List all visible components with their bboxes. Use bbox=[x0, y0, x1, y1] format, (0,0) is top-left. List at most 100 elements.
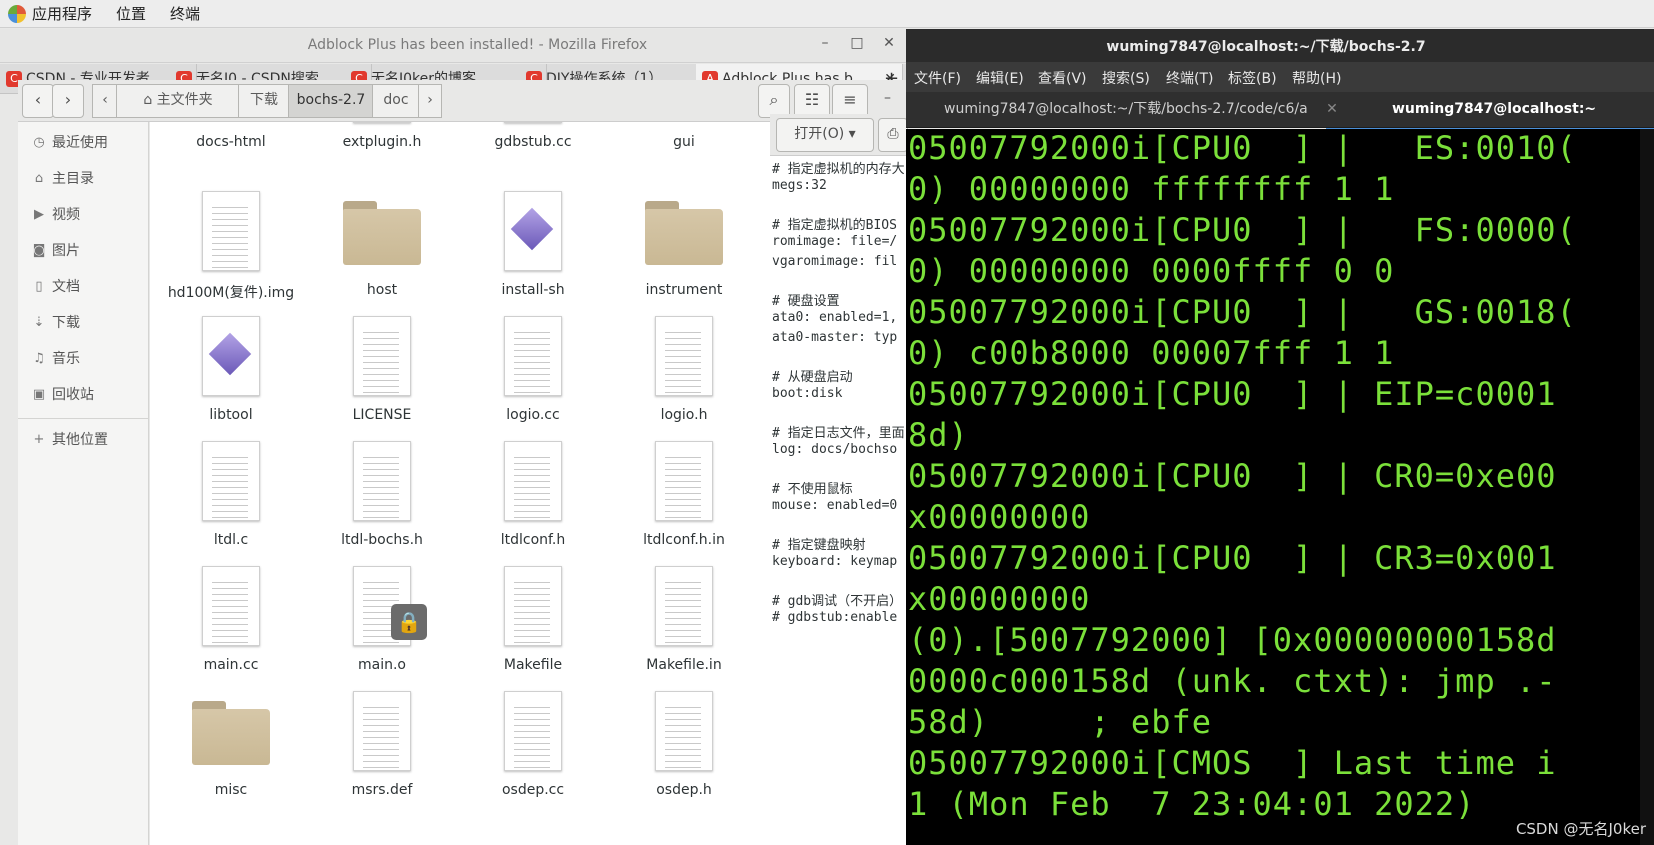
terminal-line: 05007792000i[CPU0 ] | FS:0000( bbox=[908, 211, 1577, 249]
sidebar-item-pictures[interactable]: ◙ 图片 bbox=[18, 236, 149, 266]
forward-button[interactable]: › bbox=[52, 84, 84, 118]
file-item[interactable]: ltdlconf.h bbox=[458, 435, 608, 557]
video-icon: ▶ bbox=[34, 207, 44, 222]
applications-logo-icon[interactable] bbox=[8, 4, 26, 23]
editor-line: mouse: enabled=0 bbox=[772, 498, 898, 513]
breadcrumb-home[interactable]: ⌂ 主文件夹 bbox=[116, 84, 240, 118]
terminal-line: (0).[5007792000] [0x00000000158d bbox=[908, 621, 1557, 659]
terminal-output[interactable]: 05007792000i[CPU0 ] | ES:0010( 0) 000000… bbox=[906, 129, 1654, 845]
menu-terminal[interactable]: 终端(T) bbox=[1166, 68, 1213, 88]
breadcrumb-downloads[interactable]: 下载 bbox=[238, 84, 290, 118]
file-item[interactable]: 🔒 main.o bbox=[307, 560, 457, 682]
file-item[interactable]: ltdl.c bbox=[156, 435, 306, 557]
editor-line: # gdb调试（不开启） bbox=[772, 594, 903, 609]
file-item[interactable]: LICENSE bbox=[307, 310, 457, 432]
file-item[interactable]: extplugin.h bbox=[307, 122, 457, 159]
applications-menu[interactable]: 应用程序 bbox=[32, 3, 92, 24]
list-view-icon[interactable]: ☷ bbox=[794, 84, 830, 118]
new-document-icon[interactable]: ⎙ bbox=[878, 118, 908, 152]
music-icon: ♫ bbox=[33, 351, 45, 366]
sidebar-divider bbox=[18, 418, 149, 419]
breadcrumb-bochs[interactable]: bochs-2.7 bbox=[288, 84, 374, 118]
editor-text-area[interactable]: # 指定虚拟机的内存大 megs:32 # 指定虚拟机的BIOS romimag… bbox=[770, 156, 906, 845]
file-item[interactable]: docs-html bbox=[156, 122, 306, 159]
editor-line: # 从硬盘启动 bbox=[772, 370, 853, 385]
file-item[interactable]: gui bbox=[609, 122, 759, 159]
sidebar-item-downloads[interactable]: ⇣ 下载 bbox=[18, 308, 149, 338]
file-item[interactable]: main.cc bbox=[156, 560, 306, 682]
terminal-line: 05007792000i[CPU0 ] | CR3=0x001 bbox=[908, 539, 1557, 577]
file-item[interactable]: logio.h bbox=[609, 310, 759, 432]
terminal-line: 05007792000i[CPU0 ] | CR0=0xe00 bbox=[908, 457, 1557, 495]
terminal-line: x00000000 bbox=[908, 580, 1091, 618]
menu-edit[interactable]: 编辑(E) bbox=[976, 68, 1024, 88]
editor-line: # 指定键盘映射 bbox=[772, 538, 866, 553]
sidebar-item-music[interactable]: ♫ 音乐 bbox=[18, 344, 149, 374]
file-item[interactable]: ltdlconf.h.in bbox=[609, 435, 759, 557]
file-item[interactable]: misc bbox=[156, 685, 306, 807]
camera-icon: ◙ bbox=[32, 243, 46, 258]
firefox-window-title: Adblock Plus has been installed! - Mozil… bbox=[307, 37, 648, 53]
file-item[interactable]: instrument bbox=[609, 185, 759, 307]
terminal-line: 05007792000i[CPU0 ] | GS:0018( bbox=[908, 293, 1577, 331]
sidebar-item-videos[interactable]: ▶ 视频 bbox=[18, 200, 149, 230]
sidebar-item-home[interactable]: ⌂ 主目录 bbox=[18, 164, 149, 194]
search-icon[interactable]: ⌕ bbox=[758, 84, 790, 118]
clock-icon: ◷ bbox=[33, 135, 45, 150]
terminal-scrollbar[interactable] bbox=[1640, 129, 1654, 845]
terminal-titlebar: wuming7847@localhost:~/下载/bochs-2.7 bbox=[906, 29, 1654, 62]
file-item[interactable]: gdbstub.cc bbox=[458, 122, 608, 159]
editor-line: # 指定虚拟机的内存大 bbox=[772, 162, 905, 177]
terminal-line: 58d) ; ebfe bbox=[908, 703, 1212, 741]
maximize-icon[interactable]: □ bbox=[846, 35, 868, 51]
file-item[interactable]: Makefile.in bbox=[609, 560, 759, 682]
path-scroll-right-icon[interactable]: › bbox=[418, 84, 442, 118]
editor-line: # gdbstub:enable bbox=[772, 610, 898, 625]
minimize-icon[interactable]: – bbox=[884, 90, 891, 106]
breadcrumb-label: 主文件夹 bbox=[156, 92, 213, 108]
terminal-tab[interactable]: wuming7847@localhost:~/下载/bochs-2.7/code… bbox=[944, 92, 1338, 128]
text-file-icon bbox=[655, 566, 713, 646]
menu-view[interactable]: 查看(V) bbox=[1038, 68, 1087, 88]
file-item[interactable]: hd100M(复件).img bbox=[156, 185, 306, 307]
editor-line: vgaromimage: fil bbox=[772, 254, 898, 269]
top-bar: 应用程序 位置 终端 bbox=[0, 0, 1654, 28]
file-item[interactable]: ltdl-bochs.h bbox=[307, 435, 457, 557]
terminal-line: 0) c00b8000 00007fff 1 1 bbox=[908, 334, 1395, 372]
menu-help[interactable]: 帮助(H) bbox=[1292, 68, 1341, 88]
file-item[interactable]: logio.cc bbox=[458, 310, 608, 432]
file-item[interactable]: Makefile bbox=[458, 560, 608, 682]
minimize-icon[interactable]: – bbox=[814, 35, 836, 51]
text-file-icon bbox=[504, 691, 562, 771]
places-menu[interactable]: 位置 bbox=[116, 3, 146, 24]
menu-file[interactable]: 文件(F) bbox=[914, 68, 961, 88]
firefox-titlebar: Adblock Plus has been installed! - Mozil… bbox=[0, 29, 955, 63]
breadcrumb-doc[interactable]: doc bbox=[372, 84, 420, 118]
terminal-line: 05007792000i[CMOS ] Last time i bbox=[908, 744, 1557, 782]
text-file-icon bbox=[353, 441, 411, 521]
file-item[interactable]: osdep.h bbox=[609, 685, 759, 807]
file-item[interactable]: osdep.cc bbox=[458, 685, 608, 807]
menu-search[interactable]: 搜索(S) bbox=[1102, 68, 1150, 88]
path-scroll-left-icon[interactable]: ‹ bbox=[92, 84, 118, 118]
sidebar-item-trash[interactable]: ▣ 回收站 bbox=[18, 380, 149, 410]
sidebar-item-other-locations[interactable]: + 其他位置 bbox=[18, 425, 149, 455]
terminal-tab-active[interactable]: wuming7847@localhost:~ bbox=[1326, 92, 1654, 131]
sidebar-item-recent[interactable]: ◷ 最近使用 bbox=[18, 128, 149, 158]
sidebar-item-documents[interactable]: ▯ 文档 bbox=[18, 272, 149, 302]
file-item[interactable]: msrs.def bbox=[307, 685, 457, 807]
open-button[interactable]: 打开(O) ▾ bbox=[776, 118, 874, 152]
editor-line: boot:disk bbox=[772, 386, 843, 401]
back-button[interactable]: ‹ bbox=[22, 84, 54, 118]
editor-line: keyboard: keymap bbox=[772, 554, 898, 569]
menu-icon[interactable]: ≡ bbox=[832, 84, 868, 118]
executable-icon bbox=[504, 191, 562, 271]
text-file-icon bbox=[655, 691, 713, 771]
editor-line: ata0: enabled=1, bbox=[772, 310, 898, 325]
close-icon[interactable]: ✕ bbox=[878, 35, 900, 51]
menu-tabs[interactable]: 标签(B) bbox=[1228, 68, 1277, 88]
terminal-menu[interactable]: 终端 bbox=[170, 3, 200, 24]
file-item[interactable]: host bbox=[307, 185, 457, 307]
file-item[interactable]: libtool bbox=[156, 310, 306, 432]
file-item[interactable]: install-sh bbox=[458, 185, 608, 307]
